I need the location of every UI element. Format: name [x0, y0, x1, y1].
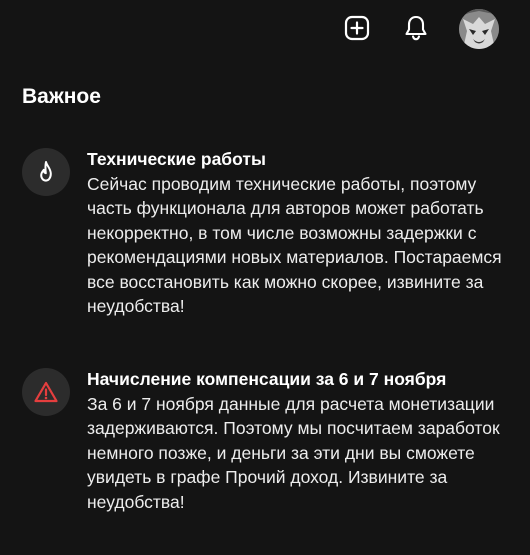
notice-text-line: немного позже, и деньги за эти дни вы см…: [87, 442, 475, 463]
notice-text-line: неудобства!: [87, 296, 185, 317]
notifications-button[interactable]: [401, 13, 431, 43]
notice-title: Начисление компенсации за 6 и 7 ноября: [87, 369, 447, 389]
bell-icon: [405, 15, 427, 41]
section-title: Важное: [22, 85, 101, 108]
notice-text-line: увидеть в графе Прочий доход. Извините з…: [87, 467, 448, 488]
create-button[interactable]: [342, 13, 372, 43]
notice-body: Начисление компенсации за 6 и 7 ноября З…: [87, 366, 530, 514]
notice-text: За 6 и 7 ноября данные для расчета монет…: [87, 392, 530, 514]
notice-text-line: За 6 и 7 ноября данные для расчета монет…: [87, 394, 495, 414]
notice-text-line: Сейчас проводим технические работы, поэт…: [87, 174, 477, 194]
warning-triangle-icon: [34, 381, 58, 403]
notice-icon-badge: [22, 148, 70, 196]
user-avatar[interactable]: [459, 9, 499, 49]
plus-square-icon: [344, 15, 370, 41]
notice-text-line: рекомендациями новых материалов. Постара…: [87, 247, 502, 268]
top-bar: [0, 0, 530, 58]
notice-text-line: неудобства!: [87, 491, 185, 512]
notice-text-line: задерживаются. Поэтому мы посчитаем зара…: [87, 418, 500, 439]
notice-title: Технические работы: [87, 149, 266, 169]
avatar-image: [459, 9, 499, 49]
notice-text: Сейчас проводим технические работы, поэт…: [87, 172, 530, 318]
flame-icon: [40, 161, 52, 182]
notice-text-line: некорректно, в том числе возможны задерж…: [87, 222, 477, 243]
notice-text-line: часть функционала для авторов может рабо…: [87, 198, 484, 219]
notice-icon-badge: [22, 368, 70, 416]
notice-body: Технические работы Сейчас проводим техни…: [87, 146, 530, 318]
notice-text-line: все восстановить как можно скорее, извин…: [87, 271, 484, 292]
